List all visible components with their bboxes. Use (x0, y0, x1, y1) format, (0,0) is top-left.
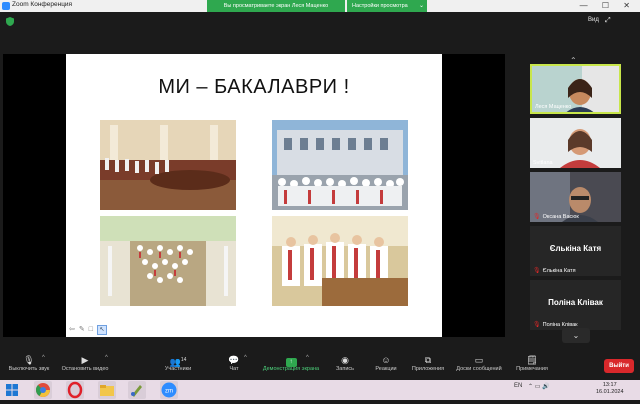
participant-name: Оксана Васюк (542, 214, 579, 220)
reactions-label: Реакции (375, 366, 397, 372)
participant-tile[interactable]: Svitlana (530, 118, 621, 168)
clock-date: 16.01.2024 (596, 389, 624, 395)
record-icon: ◉ (341, 355, 349, 365)
pen-icon[interactable]: ✎ (79, 326, 89, 333)
participant-tile[interactable]: 🎙 Оксана Васюк (530, 172, 621, 222)
share-label: Демонстрация экрана (262, 366, 320, 372)
participant-tile[interactable]: Леся Маценко (530, 64, 621, 114)
chat-icon: 💬 (228, 355, 240, 365)
microphone-icon: 🎙 (23, 355, 35, 365)
file-explorer-icon[interactable] (98, 381, 116, 399)
mute-label: Выключить звук (8, 366, 50, 372)
chevron-up-icon[interactable]: ^ (306, 355, 309, 361)
view-button[interactable]: Вид (588, 17, 599, 23)
security-shield-icon[interactable] (6, 17, 14, 26)
participant-tile[interactable]: Єлькіна Катя 🎙 Єлькіна Катя (530, 226, 621, 276)
view-options-button[interactable]: Настройки просмотра ⌄ (347, 0, 427, 12)
participant-name: Леся Маценко (535, 104, 572, 110)
whiteboard-icon: ▭ (474, 355, 484, 365)
participant-name: Svitlana (533, 160, 553, 166)
apps-icon: ⧉ (424, 355, 432, 365)
mic-muted-icon: 🎙 (533, 214, 541, 220)
slide-photo-staircase (100, 216, 236, 306)
clock-time: 13:17 (602, 382, 617, 388)
fullscreen-icon[interactable]: ⤢ (605, 17, 611, 25)
chrome-icon[interactable] (34, 381, 52, 399)
opera-icon[interactable] (66, 381, 84, 399)
apps-label: Приложения (411, 366, 445, 372)
chevron-up-icon[interactable]: ^ (105, 355, 108, 361)
svg-text:zm: zm (165, 389, 173, 395)
pointer-icon[interactable]: ↖ (96, 325, 107, 335)
arrow-left-icon[interactable]: ⇦ (69, 326, 79, 333)
chevron-up-icon[interactable]: ^ (244, 355, 247, 361)
notes-button[interactable]: 🗒 Примечания (514, 355, 550, 372)
participants-label: Участники (164, 366, 192, 372)
record-button[interactable]: ◉ Запись (332, 355, 358, 372)
system-clock[interactable]: 13:17 16.01.2024 (596, 382, 624, 396)
zoom-app-icon[interactable]: zm (160, 381, 178, 399)
participants-button[interactable]: 👥14 Участники (160, 355, 196, 372)
reactions-icon: ☺ (381, 355, 391, 365)
chat-label: Чат (229, 366, 239, 372)
mute-button[interactable]: 🎙 Выключить звук ^ (4, 355, 54, 372)
video-label: Остановить видео (61, 366, 109, 372)
participant-display-name: Поліна Клівак (548, 298, 603, 307)
presentation-slide: МИ – БАКАЛАВРИ ! ⇦✎□ ↖ (66, 54, 442, 337)
view-options-label: Настройки просмотра (352, 3, 408, 9)
share-banner: Вы просматриваете экран Леся Маценко (207, 0, 345, 12)
reactions-button[interactable]: ☺ Реакции (372, 355, 400, 372)
windows-start-icon[interactable] (6, 384, 18, 396)
stop-video-button[interactable]: ▶ Остановить видео ^ (58, 355, 112, 372)
square-icon[interactable]: □ (89, 326, 97, 333)
slide-title: МИ – БАКАЛАВРИ ! (158, 76, 350, 98)
paint-icon[interactable] (128, 381, 146, 399)
whiteboard-label: Доски сообщений (456, 366, 502, 372)
participant-tile[interactable]: Поліна Клівак 🎙 Поліна Клівак (530, 280, 621, 330)
slide-photo-building (272, 120, 408, 210)
notes-icon: 🗒 (526, 355, 538, 365)
tray-icons[interactable]: ⌃ ▭ 🔊 (528, 383, 550, 390)
app-title: Zoom Конференция (12, 1, 73, 8)
panel-scroll-down-button[interactable]: ⌄ (562, 328, 590, 343)
share-screen-button[interactable]: ↑ Демонстрация экрана ^ (256, 355, 326, 372)
mic-muted-icon: 🎙 (533, 268, 541, 274)
meeting-top-bar (0, 12, 640, 30)
participant-display-name: Єлькіна Катя (549, 244, 602, 253)
slide-photo-ceremony (272, 216, 408, 306)
record-label: Запись (335, 366, 355, 372)
slide-photo-hall (100, 120, 236, 210)
chevron-up-icon[interactable]: ^ (42, 355, 45, 361)
window-controls[interactable]: — ☐ ✕ (580, 0, 636, 12)
notes-label: Примечания (516, 366, 548, 372)
language-indicator[interactable]: EN (514, 383, 522, 389)
participant-name: Єлькіна Катя (542, 268, 576, 274)
participants-icon: 👥14 (169, 357, 187, 367)
chevron-down-icon: ⌄ (418, 3, 424, 9)
zoom-logo-icon (2, 2, 10, 10)
participants-count: 14 (180, 357, 187, 363)
chat-button[interactable]: 💬 Чат ^ (222, 355, 246, 372)
whiteboard-button[interactable]: ▭ Доски сообщений (452, 355, 506, 372)
annotation-toolbar: ⇦✎□ ↖ (66, 325, 107, 335)
apps-button[interactable]: ⧉ Приложения (408, 355, 448, 372)
video-camera-icon: ▶ (81, 355, 89, 365)
mic-muted-icon: 🎙 (533, 322, 541, 328)
leave-button[interactable]: Выйти (604, 359, 634, 373)
